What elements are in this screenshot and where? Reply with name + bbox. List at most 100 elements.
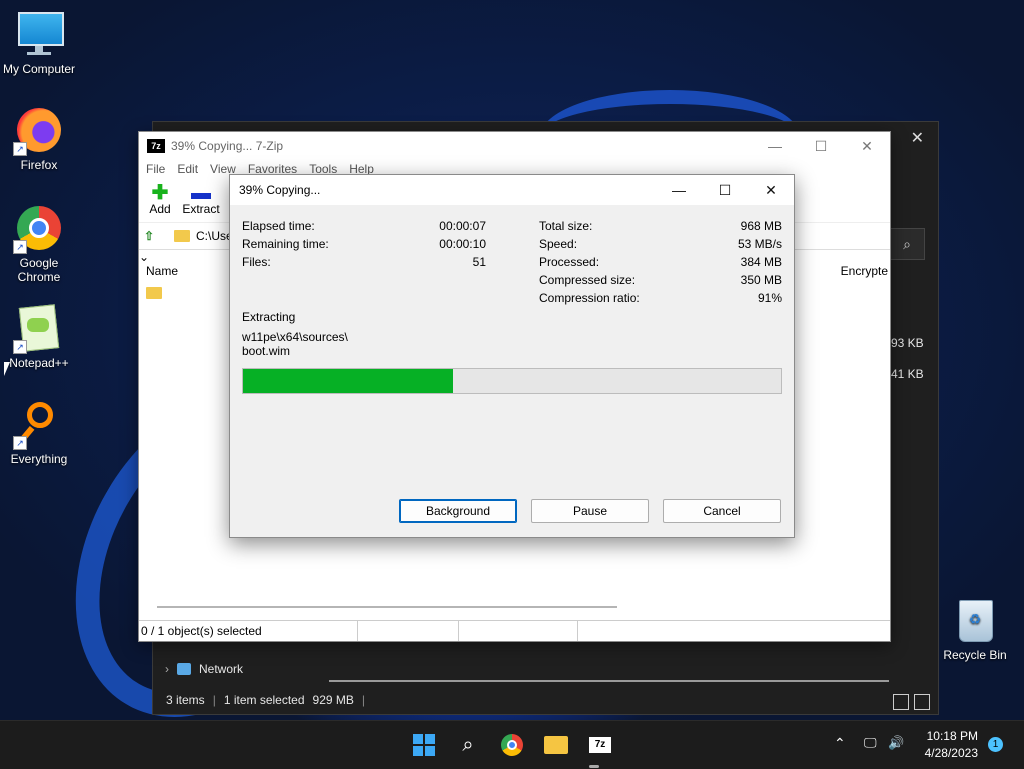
pause-button[interactable]: Pause xyxy=(531,499,649,523)
stat-value: 00:00:07 xyxy=(439,219,486,233)
explorer-status-selected: 1 item selected xyxy=(223,693,305,707)
desktop-icon-label: Google Chrome xyxy=(17,256,61,284)
progress-fill xyxy=(243,369,453,393)
close-icon[interactable]: ✕ xyxy=(844,138,890,155)
progress-bar xyxy=(242,368,782,394)
column-name[interactable]: Name xyxy=(146,264,178,282)
close-icon[interactable]: ✕ xyxy=(748,182,794,199)
search-icon[interactable]: ⌕ xyxy=(454,731,482,759)
network-tray-icon[interactable]: 🖵 xyxy=(864,735,877,751)
current-file: boot.wim xyxy=(242,344,291,358)
clock[interactable]: 10:18 PM 4/28/2023 xyxy=(920,729,978,760)
clock-time: 10:18 PM xyxy=(926,729,978,743)
status-selected: 0 / 1 object(s) selected xyxy=(139,621,358,641)
sevenzip-titlebar: 7z 39% Copying... 7-Zip — ☐ ✕ xyxy=(139,132,890,160)
desktop-icon-notepadpp[interactable]: ↗ Notepad++ xyxy=(0,304,78,370)
sevenzip-hscroll[interactable] xyxy=(157,606,617,608)
sevenzip-taskbar-icon[interactable]: 7z xyxy=(586,731,614,759)
explorer-size-value: 41 KB xyxy=(891,367,924,381)
stat-value: 384 MB xyxy=(740,255,782,269)
minimize-icon[interactable]: — xyxy=(656,182,702,199)
monitor-icon xyxy=(15,10,64,58)
desktop-icon-label: Recycle Bin xyxy=(943,648,1007,662)
folder-icon xyxy=(174,230,190,242)
desktop-icon-label: Everything xyxy=(10,452,68,466)
add-button-label: Add xyxy=(149,202,171,216)
maximize-icon[interactable]: ☐ xyxy=(798,138,844,155)
chrome-taskbar-icon[interactable] xyxy=(498,731,526,759)
current-path: w11pe\x64\sources\ xyxy=(242,330,348,344)
chevron-up-icon[interactable]: ⌃ xyxy=(834,735,846,752)
mouse-cursor-icon xyxy=(4,362,10,376)
menu-file[interactable]: File xyxy=(146,162,165,176)
desktop-icon-chrome[interactable]: ↗ Google Chrome xyxy=(0,204,78,284)
stat-label: Elapsed time: xyxy=(242,219,315,233)
sevenzip-logo-icon: 7z xyxy=(147,139,165,153)
notification-badge[interactable]: 1 xyxy=(988,737,1003,752)
stat-value: 00:00:10 xyxy=(439,237,486,251)
stat-value: 53 MB/s xyxy=(737,237,782,251)
minimize-icon[interactable]: — xyxy=(752,138,798,155)
sevenzip-statusbar: 0 / 1 object(s) selected xyxy=(139,620,890,641)
copying-dialog: 39% Copying... — ☐ ✕ Elapsed time: 00:00… xyxy=(229,174,795,538)
desktop-icon-label: Notepad++ xyxy=(9,356,69,370)
volume-icon[interactable]: 🔊 xyxy=(888,735,904,751)
desktop-icon-everything[interactable]: ↗ Everything xyxy=(0,400,78,466)
everything-icon: ↗ xyxy=(13,400,63,450)
dialog-titlebar: 39% Copying... — ☐ ✕ xyxy=(230,175,794,205)
background-button[interactable]: Background xyxy=(399,499,517,523)
clock-date: 4/28/2023 xyxy=(924,746,978,760)
recycle-bin-icon: ♻ xyxy=(951,596,999,644)
start-button[interactable] xyxy=(410,731,438,759)
stat-value: 350 MB xyxy=(740,273,782,287)
taskbar: ⌕ 7z ⌃ 🖵 🔊 10:18 PM 4/28/2023 1 xyxy=(0,720,1024,769)
tiles-view-icon[interactable] xyxy=(914,694,930,710)
stat-value: 91% xyxy=(757,291,782,305)
maximize-icon[interactable]: ☐ xyxy=(702,182,748,199)
shortcut-arrow-icon: ↗ xyxy=(13,240,27,254)
explorer-nav-network[interactable]: › Network xyxy=(165,662,243,676)
desktop-icon-my-computer[interactable]: My Computer xyxy=(0,10,78,76)
desktop-icon-firefox[interactable]: ↗ Firefox xyxy=(0,106,78,172)
firefox-icon: ↗ xyxy=(13,106,63,156)
plus-icon: ✚ xyxy=(151,182,169,204)
cancel-button[interactable]: Cancel xyxy=(663,499,781,523)
shortcut-arrow-icon: ↗ xyxy=(13,142,27,156)
chevron-down-icon[interactable]: ⌄ xyxy=(139,250,149,264)
explorer-status-size: 929 MB xyxy=(312,693,354,707)
notepadpp-icon: ↗ xyxy=(13,304,63,354)
explorer-close-icon[interactable]: ✕ xyxy=(911,128,924,148)
explorer-statusbar: 3 items | 1 item selected 929 MB | xyxy=(166,693,366,707)
stat-label: Total size: xyxy=(539,219,593,233)
folder-icon[interactable] xyxy=(146,287,162,299)
address-path[interactable]: C:\Use xyxy=(196,229,233,243)
desktop-icon-recycle-bin[interactable]: ♻ Recycle Bin xyxy=(936,596,1014,662)
desktop-icon-label: Firefox xyxy=(20,158,58,172)
explorer-search-icon[interactable]: ⌕ xyxy=(889,228,925,260)
file-explorer-icon[interactable] xyxy=(542,731,570,759)
explorer-nav-network-label: Network xyxy=(199,662,244,676)
chevron-right-icon: › xyxy=(165,662,169,676)
stat-value: 968 MB xyxy=(740,219,782,233)
desktop: My Computer ↗ Firefox ↗ Google Chrome ↗ … xyxy=(0,0,1024,720)
sevenzip-title: 39% Copying... 7-Zip xyxy=(171,139,284,153)
shortcut-arrow-icon: ↗ xyxy=(13,340,27,354)
desktop-icon-label: My Computer xyxy=(2,62,76,76)
menu-edit[interactable]: Edit xyxy=(177,162,198,176)
dialog-title: 39% Copying... xyxy=(239,183,321,197)
extract-button[interactable]: ▬ Extract xyxy=(181,178,221,216)
column-encrypted[interactable]: Encrypte xyxy=(841,264,888,282)
stat-label: Compressed size: xyxy=(539,273,636,287)
stat-label: Files: xyxy=(242,255,271,269)
stat-label: Compression ratio: xyxy=(539,291,640,305)
explorer-hscroll[interactable] xyxy=(329,680,889,682)
minus-icon: ▬ xyxy=(191,182,211,204)
current-action: Extracting xyxy=(242,310,296,324)
up-folder-icon[interactable]: ⇧ xyxy=(144,229,160,243)
details-view-icon[interactable] xyxy=(893,694,909,710)
add-button[interactable]: ✚ Add xyxy=(149,178,171,216)
network-icon xyxy=(177,663,191,675)
stat-label: Remaining time: xyxy=(242,237,329,251)
stat-label: Speed: xyxy=(539,237,578,251)
explorer-size-value: 93 KB xyxy=(891,336,924,350)
